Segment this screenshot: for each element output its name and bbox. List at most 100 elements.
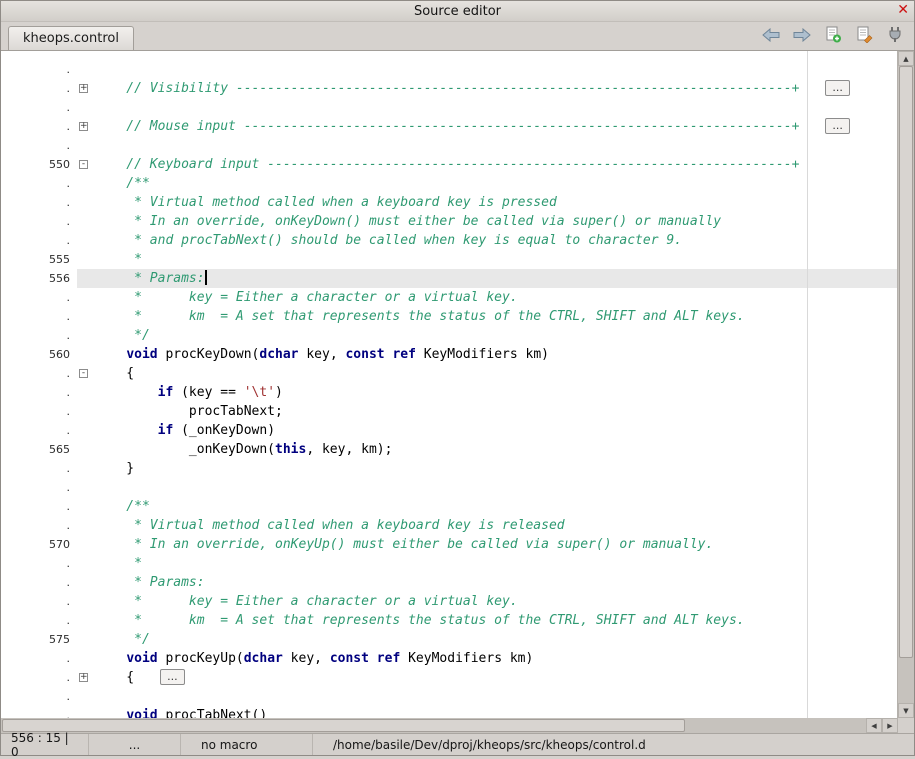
code-text[interactable]: procTabNext; (95, 402, 897, 421)
code-text[interactable]: * km = A set that represents the status … (95, 611, 897, 630)
code-line[interactable]: .- { (1, 364, 897, 383)
code-text[interactable]: * In an override, onKeyDown() must eithe… (95, 212, 897, 231)
code-text[interactable]: */ (95, 630, 897, 649)
scroll-up-button[interactable]: ▲ (898, 51, 914, 66)
code-text[interactable]: * Virtual method called when a keyboard … (95, 193, 897, 212)
close-button[interactable]: ✕ (897, 2, 909, 19)
scroll-down-button[interactable]: ▼ (898, 703, 914, 718)
code-line[interactable]: . void procKeyUp(dchar key, const ref Ke… (1, 649, 897, 668)
code-token: this (275, 442, 306, 457)
code-line[interactable]: . void procTabNext() (1, 706, 897, 718)
code-line[interactable]: 555 * (1, 250, 897, 269)
tab-kheops-control[interactable]: kheops.control (8, 26, 134, 50)
horizontal-scrollbar-thumb[interactable] (2, 719, 685, 732)
code-line[interactable]: . * km = A set that represents the statu… (1, 307, 897, 326)
code-line[interactable]: . * key = Either a character or a virtua… (1, 592, 897, 611)
code-editor[interactable]: ..+ // Visibility ----------------------… (1, 51, 897, 718)
code-line[interactable]: . (1, 478, 897, 497)
scroll-left-button[interactable]: ◀ (866, 718, 882, 733)
fold-ellipsis-button[interactable]: ... (825, 80, 850, 96)
code-line[interactable]: . /** (1, 174, 897, 193)
code-text[interactable]: * and procTabNext() should be called whe… (95, 231, 897, 250)
code-line[interactable]: 565 _onKeyDown(this, key, km); (1, 440, 897, 459)
code-line[interactable]: .+ {... (1, 668, 897, 687)
horizontal-scrollbar[interactable]: ◀ ▶ (1, 718, 898, 733)
code-text[interactable] (95, 98, 897, 117)
code-token: (key == (173, 385, 243, 400)
code-text[interactable]: * (95, 250, 897, 269)
navigate-back-button[interactable] (760, 25, 782, 47)
code-text[interactable]: if (_onKeyDown) (95, 421, 897, 440)
code-line[interactable]: . * km = A set that represents the statu… (1, 611, 897, 630)
navigate-forward-button[interactable] (791, 25, 813, 47)
code-text[interactable] (95, 687, 897, 706)
code-text[interactable]: * (95, 554, 897, 573)
fold-expand-icon[interactable]: + (79, 84, 88, 93)
code-text[interactable]: void procTabNext() (95, 706, 897, 718)
new-document-icon (825, 26, 842, 47)
code-text[interactable]: _onKeyDown(this, key, km); (95, 440, 897, 459)
code-line[interactable]: 570 * In an override, onKeyUp() must eit… (1, 535, 897, 554)
code-line[interactable]: . if (key == '\t') (1, 383, 897, 402)
code-text[interactable]: } (95, 459, 897, 478)
code-text[interactable]: /** (95, 174, 897, 193)
code-line[interactable]: . (1, 687, 897, 706)
code-text[interactable]: * key = Either a character or a virtual … (95, 592, 897, 611)
code-line[interactable]: 550- // Keyboard input -----------------… (1, 155, 897, 174)
fold-expand-icon[interactable]: + (79, 673, 88, 682)
code-text[interactable]: * In an override, onKeyUp() must either … (95, 535, 897, 554)
code-line[interactable]: . */ (1, 326, 897, 345)
code-text[interactable]: // Visibility --------------------------… (95, 79, 897, 98)
code-text[interactable]: if (key == '\t') (95, 383, 897, 402)
code-line[interactable]: . } (1, 459, 897, 478)
code-text[interactable] (95, 60, 897, 79)
fold-collapse-icon[interactable]: - (79, 160, 88, 169)
vertical-scrollbar-thumb[interactable] (899, 66, 913, 658)
code-text[interactable]: { (95, 364, 897, 383)
code-line[interactable]: . procTabNext; (1, 402, 897, 421)
code-text[interactable] (95, 478, 897, 497)
code-token (95, 651, 126, 666)
code-line[interactable]: .+ // Mouse input ----------------------… (1, 117, 897, 136)
scroll-right-button[interactable]: ▶ (882, 718, 898, 733)
code-text[interactable]: * Params: (95, 269, 897, 288)
code-line[interactable]: . * key = Either a character or a virtua… (1, 288, 897, 307)
fold-collapse-icon[interactable]: - (79, 369, 88, 378)
code-line[interactable]: . if (_onKeyDown) (1, 421, 897, 440)
fold-ellipsis-button[interactable]: ... (825, 118, 850, 134)
code-text[interactable]: // Keyboard input ----------------------… (95, 155, 897, 174)
modified-document-button[interactable] (853, 25, 875, 47)
fold-ellipsis-button[interactable]: ... (160, 669, 185, 685)
code-text[interactable]: * Virtual method called when a keyboard … (95, 516, 897, 535)
code-text[interactable] (95, 136, 897, 155)
code-text[interactable]: /** (95, 497, 897, 516)
code-text[interactable]: * km = A set that represents the status … (95, 307, 897, 326)
code-text[interactable]: */ (95, 326, 897, 345)
code-text[interactable]: {... (95, 668, 897, 687)
code-line[interactable]: .+ // Visibility -----------------------… (1, 79, 897, 98)
vertical-scrollbar-track[interactable] (898, 66, 914, 703)
code-line[interactable]: . * (1, 554, 897, 573)
code-line[interactable]: . /** (1, 497, 897, 516)
code-line[interactable]: . * Params: (1, 573, 897, 592)
code-line[interactable]: 560 void procKeyDown(dchar key, const re… (1, 345, 897, 364)
code-line[interactable]: . * Virtual method called when a keyboar… (1, 193, 897, 212)
code-text[interactable]: void procKeyDown(dchar key, const ref Ke… (95, 345, 897, 364)
code-line[interactable]: . (1, 136, 897, 155)
new-document-button[interactable] (822, 25, 844, 47)
code-line[interactable]: . * Virtual method called when a keyboar… (1, 516, 897, 535)
code-line[interactable]: . * and procTabNext() should be called w… (1, 231, 897, 250)
code-text[interactable]: void procKeyUp(dchar key, const ref KeyM… (95, 649, 897, 668)
code-text[interactable]: * key = Either a character or a virtual … (95, 288, 897, 307)
vertical-scrollbar[interactable]: ▲ ▼ (897, 51, 914, 718)
code-line[interactable]: 556 * Params: (1, 269, 897, 288)
code-line[interactable]: . * In an override, onKeyDown() must eit… (1, 212, 897, 231)
horizontal-scrollbar-track[interactable] (1, 718, 866, 733)
code-line[interactable]: . (1, 98, 897, 117)
code-text[interactable]: * Params: (95, 573, 897, 592)
code-line[interactable]: 575 */ (1, 630, 897, 649)
detach-editor-button[interactable] (884, 25, 906, 47)
fold-expand-icon[interactable]: + (79, 122, 88, 131)
code-text[interactable]: // Mouse input -------------------------… (95, 117, 897, 136)
code-line[interactable]: . (1, 60, 897, 79)
